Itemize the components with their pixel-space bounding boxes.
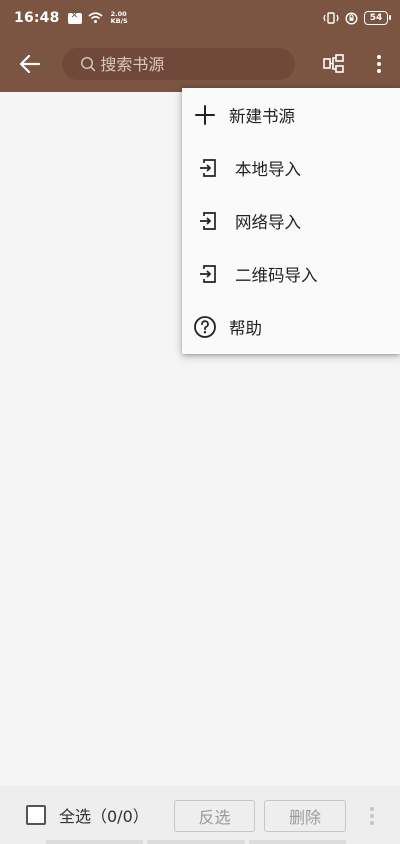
- app-screen: 16:48 2.00 KB/S 54: [0, 0, 400, 844]
- import-icon: [195, 155, 221, 181]
- menu-item-label: 新建书源: [229, 106, 295, 126]
- invert-selection-button[interactable]: 反选: [174, 800, 255, 832]
- menu-item-label: 网络导入: [235, 212, 301, 232]
- delete-button[interactable]: 删除: [264, 800, 346, 832]
- more-options-button[interactable]: [357, 36, 400, 92]
- search-icon: [81, 56, 96, 72]
- arrow-left-icon: [20, 54, 41, 74]
- vibrate-icon: [323, 12, 339, 24]
- import-icon: [195, 208, 221, 234]
- bottom-action-bar: 全选（0/0） 反选 删除: [0, 786, 400, 844]
- group-sort-icon: [323, 54, 344, 73]
- menu-item-network-import[interactable]: 网络导入: [182, 194, 400, 247]
- bottom-more-button[interactable]: [362, 800, 382, 832]
- nav-bar-segment: [248, 840, 346, 844]
- battery-icon: 54: [364, 11, 391, 25]
- alarm-icon: [345, 11, 358, 25]
- more-vert-icon: [370, 807, 374, 825]
- wifi-icon: [88, 12, 103, 23]
- menu-item-label: 本地导入: [235, 159, 301, 179]
- toolbar: [0, 36, 400, 92]
- overflow-menu: 新建书源 本地导入 网络导入 二维码导入 帮助: [182, 88, 400, 354]
- nav-bar-segment: [46, 840, 144, 844]
- menu-item-label: 帮助: [229, 318, 262, 338]
- status-time: 16:48: [14, 10, 60, 26]
- status-left-icons: 2.00 KB/S: [67, 11, 128, 25]
- search-box[interactable]: [62, 48, 295, 80]
- notification-icon: [67, 11, 82, 24]
- select-all-label[interactable]: 全选（0/0）: [59, 803, 149, 827]
- select-all-checkbox[interactable]: [26, 805, 46, 825]
- back-button[interactable]: [6, 36, 54, 92]
- group-sort-button[interactable]: [313, 36, 356, 92]
- nav-bar-segment: [147, 840, 245, 844]
- search-input[interactable]: [100, 54, 291, 74]
- status-bar: 16:48 2.00 KB/S 54: [0, 0, 400, 36]
- status-right-icons: 54: [323, 11, 391, 25]
- net-speed: 2.00 KB/S: [111, 11, 128, 25]
- menu-item-local-import[interactable]: 本地导入: [182, 141, 400, 194]
- menu-item-qrcode-import[interactable]: 二维码导入: [182, 247, 400, 300]
- more-vert-icon: [376, 55, 381, 73]
- menu-item-new-source[interactable]: 新建书源: [182, 88, 400, 141]
- menu-item-help[interactable]: 帮助: [182, 300, 400, 353]
- nav-gesture-bar: [46, 840, 346, 844]
- net-speed-unit: KB/S: [110, 17, 128, 25]
- plus-icon: [192, 102, 218, 128]
- menu-item-label: 二维码导入: [235, 265, 318, 285]
- help-icon: [192, 314, 218, 340]
- import-icon: [195, 261, 221, 287]
